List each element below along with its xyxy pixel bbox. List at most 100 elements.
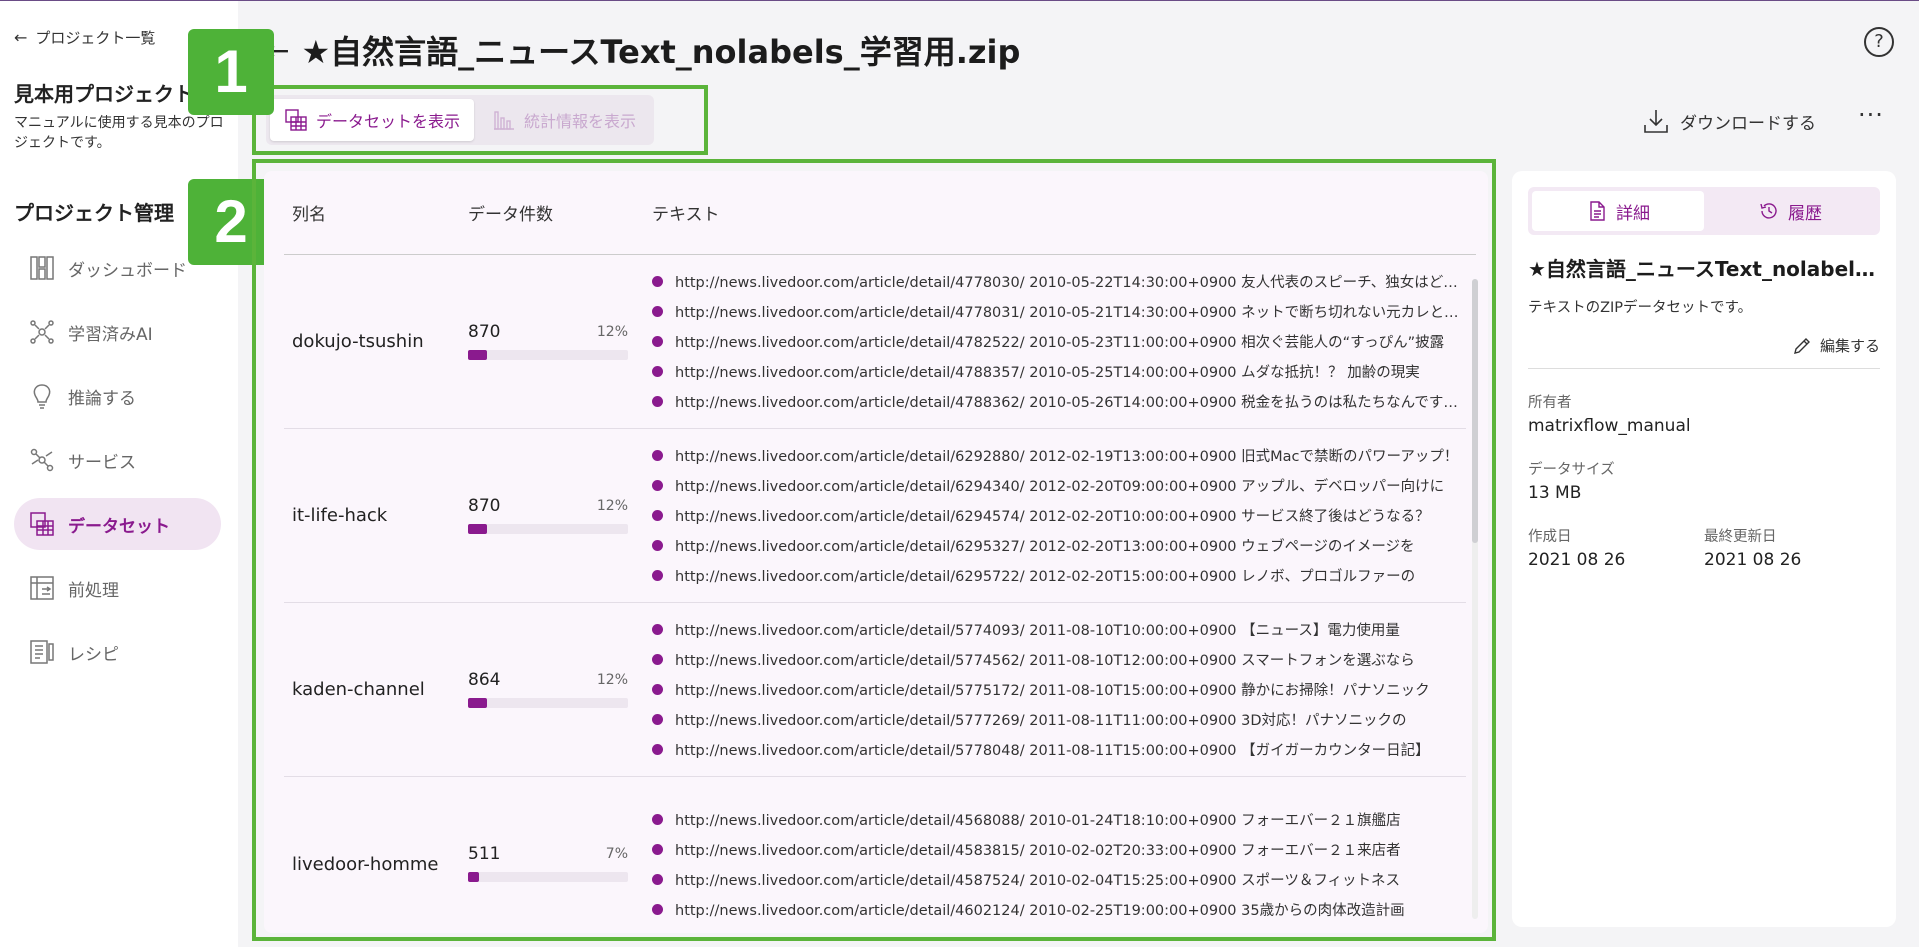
owner-label: 所有者: [1528, 395, 1572, 411]
text-sample-value: http://news.livedoor.com/article/detail/…: [675, 539, 1415, 555]
bullet-icon: [652, 510, 663, 521]
bullet-icon: [652, 480, 663, 491]
history-icon: [1760, 203, 1777, 219]
count-percent: 12%: [596, 497, 628, 514]
tab-show-dataset[interactable]: データセットを表示: [270, 99, 475, 141]
tab-detail[interactable]: 詳細: [1532, 191, 1704, 231]
view-tabs-highlight: データセットを表示 統計情報を表示: [252, 85, 708, 155]
table-row[interactable]: dokujo-tsushin 870 12% http://news.livedoor…: [284, 255, 1466, 429]
text-sample: http://news.livedoor.com/article/detail/…: [652, 705, 1466, 735]
table-scrollbar[interactable]: [1472, 279, 1478, 919]
updated-label: 最終更新日: [1704, 529, 1777, 545]
text-sample-value: http://news.livedoor.com/article/detail/…: [675, 713, 1407, 729]
text-sample-value: http://news.livedoor.com/article/detail/…: [675, 653, 1415, 669]
sidebar-item-label: サービス: [68, 452, 136, 473]
bullet-icon: [652, 903, 663, 915]
text-sample: http://news.livedoor.com/article/detail/…: [652, 735, 1466, 765]
created-field: 作成日 2021 08 26: [1528, 503, 1704, 570]
bullet-icon: [652, 336, 663, 347]
detail-tabs: 詳細 履歴: [1528, 187, 1880, 235]
date-fields: 作成日 2021 08 26 最終更新日 2021 08 26: [1528, 503, 1880, 570]
text-sample-value: http://news.livedoor.com/article/detail/…: [675, 872, 1401, 889]
detail-panel: 詳細 履歴 ★自然言語_ニュースText_nolabels_学習用.zip テキ…: [1512, 171, 1896, 927]
tab-show-stats[interactable]: 統計情報を表示: [478, 99, 650, 141]
count-bar-track: [468, 872, 628, 882]
data-count-cell: 870 12%: [468, 322, 652, 362]
bullet-icon: [652, 276, 663, 287]
sidebar-item-trained-ai[interactable]: 学習済みAI: [14, 306, 221, 358]
count-value: 864: [468, 669, 501, 690]
dashboard-icon: [30, 256, 54, 280]
scrollbar-thumb[interactable]: [1472, 279, 1478, 543]
view-tabs: データセットを表示 統計情報を表示: [266, 95, 655, 145]
tab-history[interactable]: 履歴: [1704, 191, 1876, 231]
service-icon: [30, 448, 54, 472]
bullet-icon: [652, 813, 663, 825]
lightbulb-icon: [33, 384, 51, 409]
text-cell: http://news.livedoor.com/article/detail/…: [652, 267, 1466, 417]
text-sample: http://news.livedoor.com/article/detail/…: [652, 645, 1466, 675]
text-sample-value: http://news.livedoor.com/article/detail/…: [675, 305, 1465, 321]
table-header: 列名 データ件数 テキスト: [284, 171, 1476, 255]
bullet-icon: [652, 714, 663, 725]
help-icon[interactable]: ?: [1864, 27, 1894, 57]
preprocess-icon: [30, 576, 54, 600]
download-icon: [1644, 110, 1668, 133]
created-value: 2021 08 26: [1528, 550, 1626, 570]
text-sample-value: http://news.livedoor.com/article/detail/…: [675, 335, 1445, 351]
sidebar-item-preprocess[interactable]: 前処理: [14, 562, 221, 614]
count-percent: 12%: [596, 671, 628, 688]
bullet-icon: [652, 540, 663, 551]
bullet-icon: [652, 654, 663, 665]
sidebar-item-recipe[interactable]: レシピ: [14, 626, 221, 678]
text-sample: http://news.livedoor.com/article/detail/…: [652, 297, 1466, 327]
bullet-icon: [652, 450, 663, 461]
edit-button[interactable]: 編集する: [1528, 335, 1880, 369]
dataset-description: テキストのZIPデータセットです。: [1528, 300, 1753, 316]
count-percent: 7%: [605, 846, 628, 862]
bullet-icon: [652, 306, 663, 317]
dataset-icon: [285, 109, 307, 131]
text-sample-value: http://news.livedoor.com/article/detail/…: [675, 365, 1420, 381]
more-menu-icon[interactable]: ···: [1858, 101, 1884, 129]
text-sample-value: http://news.livedoor.com/article/detail/…: [675, 509, 1430, 525]
header-data-count: データ件数: [468, 205, 553, 225]
table-row[interactable]: kaden-channel 864 12% http://news.livedoor.…: [284, 603, 1466, 777]
tab-label: 統計情報を表示: [524, 112, 637, 131]
dataset-icon: [30, 512, 54, 536]
column-name-cell: kaden-channel: [292, 679, 425, 700]
text-sample-value: http://news.livedoor.com/article/detail/…: [675, 683, 1430, 699]
text-sample-value: http://news.livedoor.com/article/detail/…: [675, 479, 1445, 495]
data-count-cell: 511 7%: [468, 844, 652, 884]
text-sample-value: http://news.livedoor.com/article/detail/…: [675, 812, 1401, 829]
header-column-name: 列名: [292, 205, 326, 225]
edit-label: 編集する: [1819, 337, 1880, 355]
bullet-icon: [652, 684, 663, 695]
count-bar-track: [468, 349, 628, 360]
sidebar-item-dataset[interactable]: データセット: [14, 498, 221, 550]
count-bar-fill: [468, 523, 488, 534]
download-button[interactable]: ダウンロードする: [1642, 107, 1816, 135]
ai-model-icon: [30, 320, 54, 344]
table-row[interactable]: livedoor-homme 511 7% http://news.livedoor.…: [284, 777, 1466, 933]
count-bar-fill: [468, 872, 480, 882]
document-icon: [1590, 201, 1605, 221]
table-row[interactable]: it-life-hack 870 12% http://news.livedoor.c…: [284, 429, 1466, 603]
text-sample: http://news.livedoor.com/article/detail/…: [652, 561, 1466, 591]
sidebar-item-inference[interactable]: 推論する: [14, 370, 221, 422]
count-percent: 12%: [596, 323, 628, 340]
dataset-table-highlight: 列名 データ件数 テキスト dokujo-tsushin 870 12% http:/…: [252, 159, 1496, 941]
sidebar-item-service[interactable]: サービス: [14, 434, 221, 486]
owner-value: matrixflow_manual: [1528, 416, 1691, 436]
text-sample: http://news.livedoor.com/article/detail/…: [652, 327, 1466, 357]
text-sample: http://news.livedoor.com/article/detail/…: [652, 615, 1466, 645]
back-arrow-icon: ←: [14, 28, 28, 47]
tab-label: 履歴: [1788, 203, 1822, 224]
main-content: ← ★自然言語_ニュースText_nolabels_学習用.zip ? データセ…: [188, 1, 1919, 947]
sidebar-item-label: データセット: [68, 516, 170, 537]
count-value: 870: [468, 495, 501, 516]
column-name-cell: livedoor-homme: [292, 853, 439, 875]
project-description: マニュアルに使用する見本のプロジェクトです。: [14, 115, 224, 151]
count-bar-track: [468, 523, 628, 534]
text-sample: http://news.livedoor.com/article/detail/…: [652, 501, 1466, 531]
